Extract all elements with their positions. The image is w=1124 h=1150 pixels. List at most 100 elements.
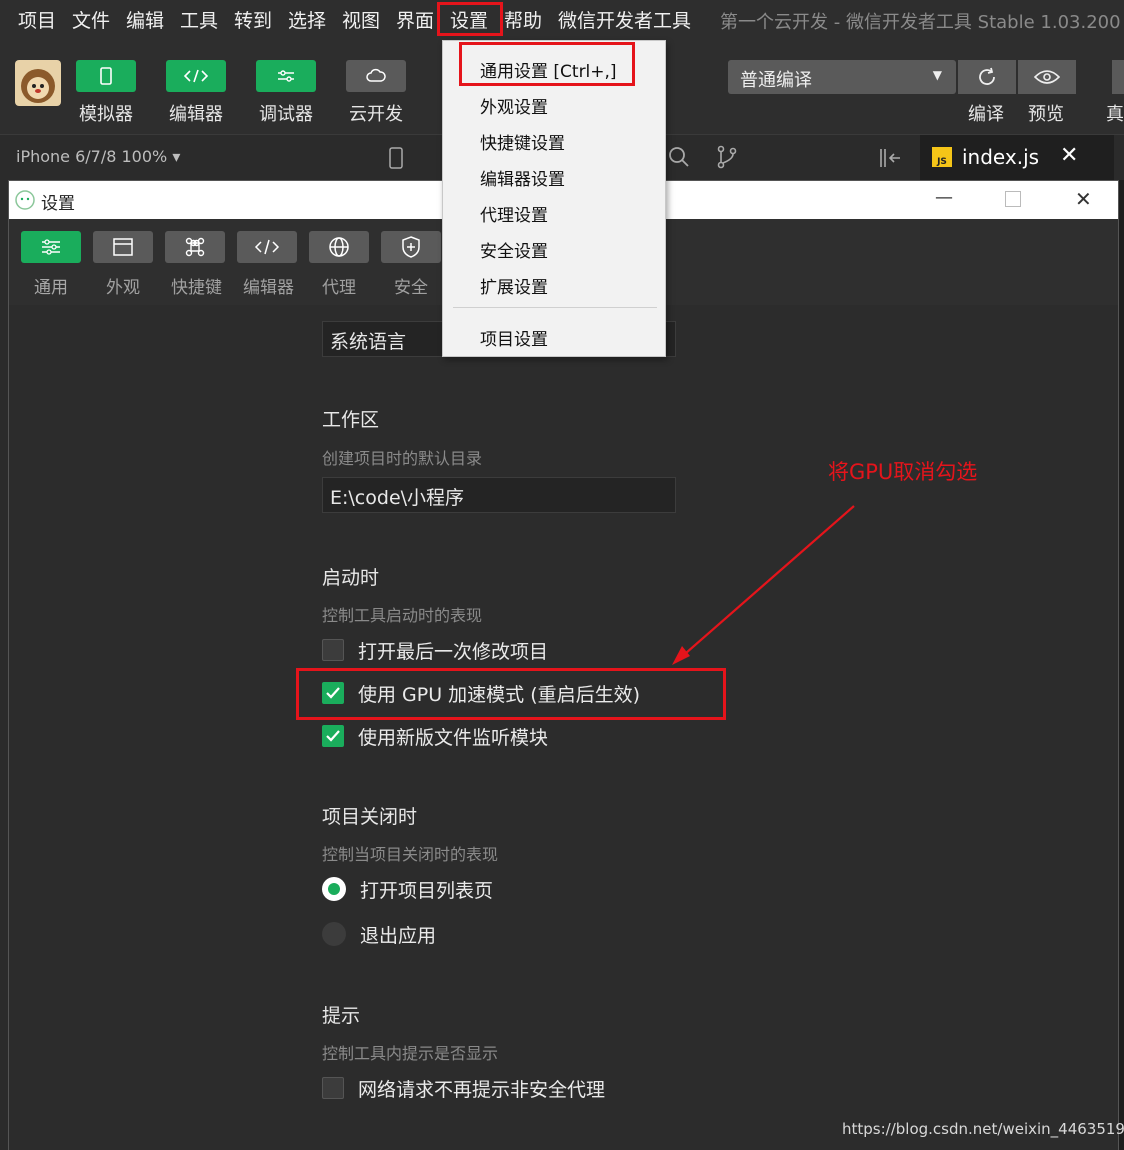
settings-menu: 通用设置 [Ctrl+,] 外观设置 快捷键设置 编辑器设置 代理设置 安全设置…	[442, 40, 666, 357]
close-tab-icon[interactable]: ✕	[1060, 143, 1078, 168]
annotation-text: 将GPU取消勾选	[828, 460, 978, 484]
globe-icon	[329, 237, 349, 257]
menu-bar: 项目 文件 编辑 工具 转到 选择 视图 界面 设置 帮助 微信开发者工具 第一…	[0, 0, 1124, 40]
tab-proxy-label: 代理	[322, 278, 356, 298]
workspace-path-input[interactable]: E:\code\小程序	[322, 477, 676, 513]
on-close-desc: 控制当项目关闭时的表现	[322, 845, 499, 864]
compile-mode-value: 普通编译	[740, 70, 812, 91]
refresh-icon	[979, 67, 995, 85]
open-last-project-checkbox[interactable]	[322, 639, 344, 661]
menu-item-appearance-settings[interactable]: 外观设置	[480, 93, 548, 118]
annotation-arrow	[672, 505, 855, 665]
sliders-icon	[42, 239, 60, 255]
tab-appearance[interactable]	[93, 231, 153, 263]
checkmark-icon	[326, 730, 340, 742]
tab-index-js[interactable]: JS index.js ✕	[920, 135, 1114, 181]
tab-security[interactable]	[381, 231, 441, 263]
tab-shortcuts[interactable]	[165, 231, 225, 263]
workspace-title: 工作区	[322, 409, 380, 431]
menu-item-editor-settings[interactable]: 编辑器设置	[480, 165, 565, 190]
menu-interface[interactable]: 界面	[396, 6, 434, 33]
git-branch-icon[interactable]	[716, 145, 738, 173]
tab-shortcuts-label: 快捷键	[171, 278, 222, 298]
shield-icon	[402, 236, 420, 258]
new-file-watcher-option[interactable]: 使用新版文件监听模块	[322, 723, 548, 749]
code-icon	[254, 239, 280, 255]
tab-general[interactable]	[21, 231, 81, 263]
menu-file[interactable]: 文件	[72, 6, 110, 33]
avatar[interactable]	[15, 60, 61, 106]
preview-button[interactable]	[1018, 60, 1076, 94]
device-icon[interactable]	[388, 147, 404, 173]
menu-item-extension-settings[interactable]: 扩展设置	[480, 273, 548, 298]
sliders-icon	[278, 70, 294, 82]
insecure-proxy-hint-checkbox[interactable]	[322, 1077, 344, 1099]
tab-editor[interactable]	[237, 231, 297, 263]
settings-title: 设置	[41, 194, 75, 214]
new-file-watcher-checkbox[interactable]	[322, 725, 344, 747]
cloud-dev-label: 云开发	[349, 104, 403, 125]
highlight-gpu-option	[296, 668, 726, 720]
hints-desc: 控制工具内提示是否显示	[322, 1044, 499, 1063]
command-key-icon	[185, 237, 205, 257]
highlight-settings-menu	[437, 2, 503, 36]
menu-goto[interactable]: 转到	[234, 6, 272, 33]
menu-divider	[453, 307, 657, 308]
eye-icon	[1034, 70, 1060, 84]
preview-label: 预览	[1028, 104, 1064, 125]
editor-label: 编辑器	[169, 104, 223, 125]
workspace-desc: 创建项目时的默认目录	[322, 449, 483, 468]
insecure-proxy-hint-label: 网络请求不再提示非安全代理	[358, 1078, 606, 1101]
insecure-proxy-hint-option[interactable]: 网络请求不再提示非安全代理	[322, 1075, 605, 1101]
code-icon	[183, 69, 209, 83]
menu-wechat-devtools[interactable]: 微信开发者工具	[558, 6, 691, 33]
menu-view[interactable]: 视图	[342, 6, 380, 33]
search-icon[interactable]	[668, 146, 690, 172]
open-project-list-option[interactable]: 打开项目列表页	[322, 876, 493, 902]
maximize-icon[interactable]	[1005, 191, 1021, 207]
compile-label: 编译	[968, 104, 1004, 125]
open-project-list-radio[interactable]	[322, 877, 346, 901]
minimize-icon[interactable]: —	[935, 187, 953, 208]
compile-button[interactable]	[958, 60, 1016, 94]
truncated-button[interactable]	[1112, 60, 1124, 94]
menu-item-project-settings[interactable]: 项目设置	[480, 325, 548, 350]
menu-tools[interactable]: 工具	[180, 6, 218, 33]
js-file-icon: JS	[932, 147, 952, 167]
startup-desc: 控制工具启动时的表现	[322, 606, 483, 625]
cloud-icon	[366, 68, 386, 82]
menu-project[interactable]: 项目	[18, 6, 56, 33]
collapse-panel-icon[interactable]	[878, 147, 904, 173]
tab-proxy[interactable]	[309, 231, 369, 263]
truncated-label: 真	[1106, 104, 1124, 125]
startup-title: 启动时	[322, 567, 380, 589]
menu-item-shortcut-settings[interactable]: 快捷键设置	[480, 129, 565, 154]
menu-item-security-settings[interactable]: 安全设置	[480, 237, 548, 262]
device-select[interactable]: iPhone 6/7/8 100% ▾	[16, 147, 180, 166]
simulator-button[interactable]	[76, 60, 136, 92]
menu-item-proxy-settings[interactable]: 代理设置	[480, 201, 548, 226]
editor-button[interactable]	[166, 60, 226, 92]
watermark: https://blog.csdn.net/weixin_44635198	[842, 1120, 1124, 1138]
quit-app-label: 退出应用	[360, 924, 437, 947]
tab-editor-label: 编辑器	[243, 278, 294, 298]
close-window-icon[interactable]: ✕	[1075, 187, 1092, 211]
open-last-project-option[interactable]: 打开最后一次修改项目	[322, 637, 548, 663]
quit-app-radio[interactable]	[322, 922, 346, 946]
open-project-list-label: 打开项目列表页	[360, 879, 494, 902]
cloud-dev-button[interactable]	[346, 60, 406, 92]
quit-app-option[interactable]: 退出应用	[322, 921, 436, 947]
chevron-down-icon: ▼	[932, 68, 942, 82]
menu-select[interactable]: 选择	[288, 6, 326, 33]
phone-icon	[100, 67, 112, 85]
menu-help[interactable]: 帮助	[504, 6, 542, 33]
debugger-label: 调试器	[259, 104, 313, 125]
debugger-button[interactable]	[256, 60, 316, 92]
app-window: 项目 文件 编辑 工具 转到 选择 视图 界面 设置 帮助 微信开发者工具 第一…	[0, 0, 1124, 1150]
wechat-devtools-logo-icon	[15, 190, 35, 214]
simulator-label: 模拟器	[79, 104, 133, 125]
menu-edit[interactable]: 编辑	[126, 6, 164, 33]
compile-mode-select[interactable]: 普通编译 ▼	[728, 60, 956, 94]
on-close-title: 项目关闭时	[322, 806, 418, 828]
editor-gutter	[1119, 180, 1124, 1150]
